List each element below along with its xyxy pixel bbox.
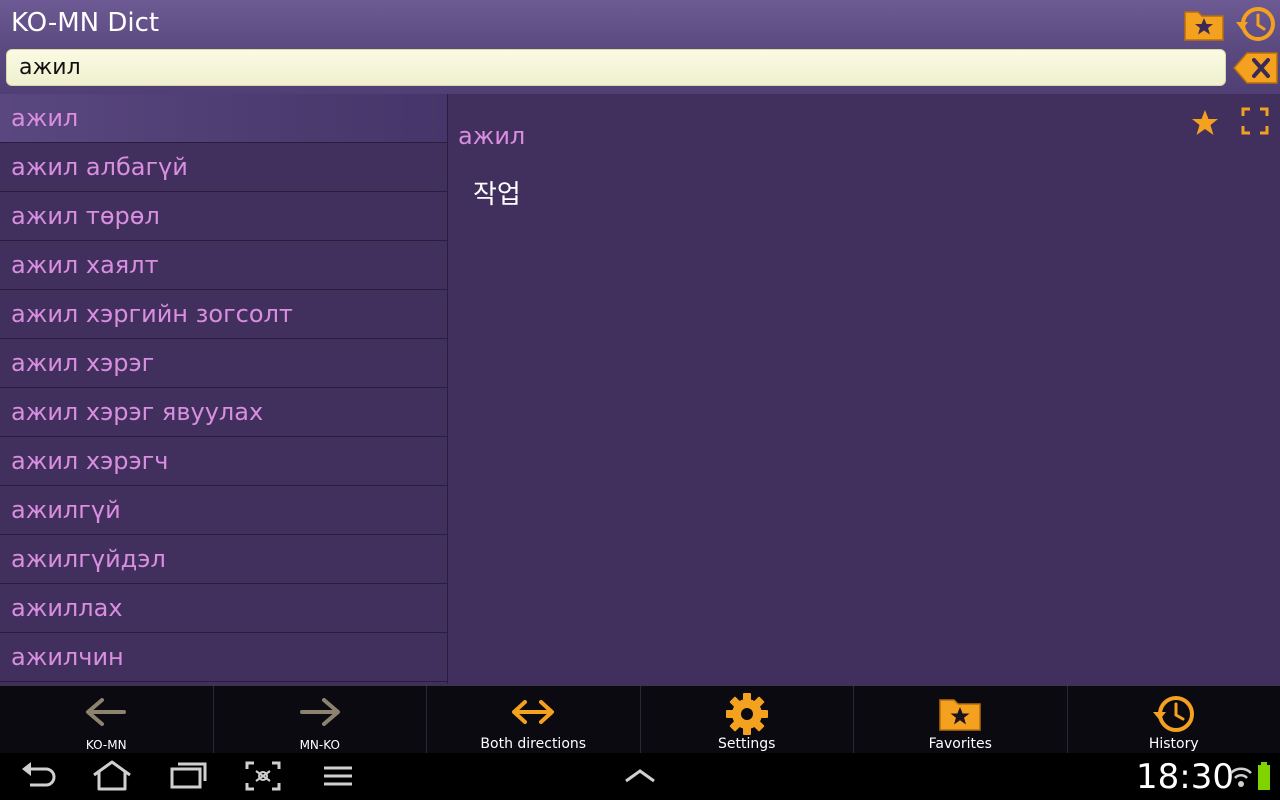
definition-pane: ажил 작업 — [448, 94, 1280, 684]
definition-headword: ажил — [458, 122, 526, 150]
list-item[interactable]: ажилгүй — [0, 486, 447, 535]
definition-translation: 작업 — [473, 180, 521, 210]
recent-apps-icon — [170, 762, 207, 789]
list-item[interactable]: ажил хаялт — [0, 241, 447, 290]
arrow-both-icon — [512, 700, 555, 724]
list-item-label: ажил хэргийн зогсолт — [11, 300, 293, 328]
list-item-label: ажил хэрэг явуулах — [11, 398, 264, 426]
list-item[interactable]: ажил албагүй — [0, 143, 447, 192]
list-item-label: ажил хэрэг — [11, 349, 155, 377]
list-item-label: ажил төрөл — [11, 202, 160, 230]
screenshot-icon — [245, 761, 281, 791]
history-tab-button[interactable]: History — [1068, 686, 1280, 754]
menu-icon — [324, 766, 352, 786]
favorites-folder-icon — [939, 699, 981, 731]
system-navigation-bar: 18:30 — [0, 753, 1280, 800]
menu-nav-button[interactable] — [320, 759, 356, 797]
chevron-up-icon — [625, 769, 655, 783]
mn-ko-direction-button[interactable]: MN-KO — [214, 686, 427, 754]
backspace-clear-icon — [1233, 52, 1278, 84]
clear-search-button[interactable] — [1233, 50, 1279, 86]
list-item-label: ажилгүйдэл — [11, 545, 166, 573]
gear-icon — [725, 693, 768, 735]
battery-status — [1256, 761, 1272, 795]
fullscreen-icon — [1241, 107, 1269, 135]
wifi-status — [1228, 761, 1254, 795]
list-item-label: ажил хаялт — [11, 251, 159, 279]
list-item-label: ажилчин — [11, 643, 124, 671]
back-nav-button[interactable] — [20, 759, 58, 797]
history-icon — [1236, 7, 1275, 41]
home-nav-button[interactable] — [90, 759, 134, 797]
bottom-action-bar: KO-MN MN-KO Both directions Settings Fav… — [0, 685, 1280, 754]
settings-button[interactable]: Settings — [641, 686, 854, 754]
list-item-label: ажил хэрэгч — [11, 447, 169, 475]
add-favorite-button[interactable] — [1190, 108, 1220, 138]
list-item[interactable]: ажил — [0, 94, 447, 143]
list-item[interactable]: ажил хэрэгч — [0, 437, 447, 486]
favorites-folder-icon — [1184, 11, 1224, 41]
history-button[interactable] — [1234, 4, 1278, 44]
history-icon — [1152, 696, 1194, 732]
back-icon — [22, 762, 56, 787]
list-item-label: ажилгүй — [11, 496, 121, 524]
list-item-label: ажиллах — [11, 594, 123, 622]
word-list: ажил ажил албагүй ажил төрөл ажил хаялт ажил… — [0, 94, 448, 684]
favorites-label: Favorites — [928, 736, 992, 752]
recent-apps-nav-button[interactable] — [168, 759, 208, 797]
favorites-button[interactable]: Favorites — [854, 686, 1068, 754]
search-input[interactable] — [7, 50, 1225, 85]
battery-icon — [1258, 762, 1270, 790]
screenshot-nav-button[interactable] — [244, 759, 282, 797]
both-directions-label: Both directions — [480, 736, 587, 752]
star-icon — [1192, 110, 1218, 135]
list-item[interactable]: ажилчин — [0, 633, 447, 682]
arrow-left-icon — [86, 698, 127, 726]
history-label: History — [1148, 736, 1199, 752]
list-item[interactable]: ажил хэргийн зогсолт — [0, 290, 447, 339]
settings-label: Settings — [718, 736, 776, 752]
mn-ko-label: MN-KO — [299, 738, 340, 752]
title-bar: KO-MN Dict — [0, 0, 1280, 94]
list-item[interactable]: ажил төрөл — [0, 192, 447, 241]
list-item-label: ажил албагүй — [11, 153, 188, 181]
search-field[interactable] — [6, 49, 1226, 86]
list-item-label: ажил — [11, 104, 79, 132]
clock: 18:30 — [1136, 757, 1234, 797]
list-item[interactable]: ажил хэрэг — [0, 339, 447, 388]
list-item[interactable]: ажилгүйдэл — [0, 535, 447, 584]
app-title: KO-MN Dict — [11, 8, 160, 38]
home-icon — [93, 760, 131, 791]
list-item[interactable]: ажил хэрэг явуулах — [0, 388, 447, 437]
expand-up-button[interactable] — [622, 759, 658, 797]
ko-mn-label: KO-MN — [85, 738, 127, 752]
arrow-right-icon — [299, 698, 340, 726]
ko-mn-direction-button[interactable]: KO-MN — [0, 686, 214, 754]
wifi-icon — [1230, 767, 1252, 787]
fullscreen-button[interactable] — [1240, 106, 1270, 136]
list-item[interactable]: ажиллах — [0, 584, 447, 633]
both-directions-button[interactable]: Both directions — [427, 686, 641, 754]
favorites-folder-button[interactable] — [1182, 4, 1226, 44]
